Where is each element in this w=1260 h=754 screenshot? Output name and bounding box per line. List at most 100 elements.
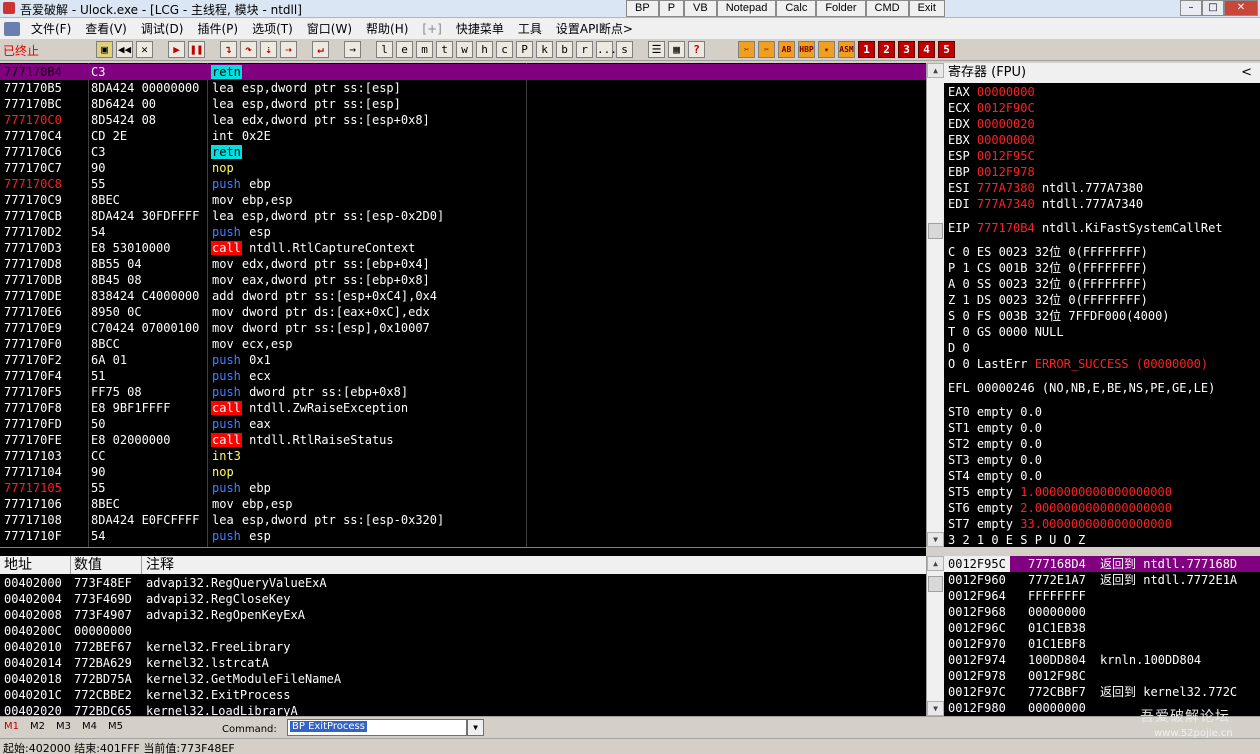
disasm-row[interactable]: 777170FD 50 push eax [0,416,926,432]
disasm-row[interactable]: 777170C6 C3 retn [0,144,926,160]
scroll-up-icon[interactable]: ▲ [927,556,944,571]
disasm-row[interactable]: 777170CB 8DA424 30FDFFFF lea esp,dword ptr… [0,208,926,224]
trace-over-icon[interactable]: ⇢ [280,41,297,58]
register-row[interactable]: EDI 777A7340 ntdll.777A7340 [948,196,1143,212]
register-row[interactable]: EBX 00000000 [948,132,1035,148]
disasm-row[interactable]: 77717104 90 nop [0,464,926,480]
toolbar-windows-button[interactable]: w [456,41,473,58]
scroll-up-icon[interactable]: ▲ [927,63,944,78]
dump-scrollbar[interactable]: ▲ ▼ [926,556,944,716]
toolbar-handles-button[interactable]: h [476,41,493,58]
register-row[interactable]: ST3 empty 0.0 [948,452,1042,468]
disasm-row[interactable]: 777170D8 8B55 04 mov edx,dword ptr ss:[ebp… [0,256,926,272]
toolbar-cpu-button[interactable]: c [496,41,513,58]
register-row[interactable]: EFL 00000246 (NO,NB,E,BE,NS,PE,GE,LE) [948,380,1215,396]
quick-folder-button[interactable]: Folder [816,0,866,17]
menu-file[interactable]: 文件(F) [24,20,78,37]
scroll-thumb[interactable] [928,576,943,592]
disasm-row[interactable]: 777170F0 8BCC mov ecx,esp [0,336,926,352]
scroll-thumb[interactable] [928,223,943,239]
quick-vb-button[interactable]: VB [684,0,717,17]
stack-row[interactable]: 0012F96C 01C1EB38 [944,620,1260,636]
register-row[interactable]: 3 2 1 0 E S P U O Z [948,532,1085,547]
toolbar-number-4[interactable]: 4 [918,41,935,58]
plugin-tool-icon[interactable]: ✂ [738,41,755,58]
chevron-down-icon[interactable]: ▼ [467,719,484,736]
pause-icon[interactable]: ❚❚ [188,41,205,58]
chevron-left-icon[interactable]: < [1241,63,1252,83]
plugin-gear-icon[interactable]: ✷ [818,41,835,58]
toolbar-number-2[interactable]: 2 [878,41,895,58]
scroll-down-icon[interactable]: ▼ [927,701,944,716]
run-icon[interactable]: ▶ [168,41,185,58]
plugin-bookmark-icon[interactable]: ✂ [758,41,775,58]
menu-options[interactable]: 选项(T) [245,20,300,37]
disasm-row[interactable]: 777170F8 E8 9BF1FFFF call ntdll.ZwRaiseExc… [0,400,926,416]
toolbar-log-button[interactable]: l [376,41,393,58]
disasm-row[interactable]: 777170B5 8DA424 00000000 lea esp,dword ptr… [0,80,926,96]
quick-exit-button[interactable]: Exit [908,0,945,17]
dump-pane[interactable]: 地址 数值 注释 00402000 773F48EF advapi32.RegQue… [0,556,926,716]
register-row[interactable]: EDX 00000020 [948,116,1035,132]
step-over-icon[interactable]: ↷ [240,41,257,58]
maximize-button[interactable]: □ [1202,0,1224,16]
disasm-row[interactable]: 777170D3 E8 53010000 call ntdll.RtlCapture… [0,240,926,256]
stack-row[interactable]: 0012F97C 772CBBF7 返回到 kernel32.772C [944,684,1260,700]
stack-row[interactable]: 0012F974 100DD804 krnln.100DD804 [944,652,1260,668]
quick-p-button[interactable]: P [658,0,685,17]
disasm-row[interactable]: 777170F2 6A 01 push 0x1 [0,352,926,368]
toolbar-patches-button[interactable]: P [516,41,533,58]
dump-tab-m3[interactable]: M3 [56,721,71,732]
stack-pane[interactable]: 0012F95C 777168D4 返回到 ntdll.777168D 0012F96… [944,556,1260,716]
goto-icon[interactable]: → [344,41,361,58]
dump-row[interactable]: 00402014 772BA629 kernel32.lstrcatA [0,655,926,671]
dump-tab-m2[interactable]: M2 [30,721,45,732]
options-icon[interactable]: ☰ [648,41,665,58]
registers-header[interactable]: 寄存器 (FPU) < [944,63,1260,83]
restart-icon[interactable]: ◀◀ [116,41,133,58]
disassembly-scrollbar[interactable]: ▲ ▼ [926,63,944,547]
disasm-row[interactable]: 777170D2 54 push esp [0,224,926,240]
dump-row[interactable]: 00402018 772BD75A kernel32.GetModuleFileNa… [0,671,926,687]
quick-bp-button[interactable]: BP [626,0,659,17]
close-button[interactable]: ✕ [1224,0,1258,16]
dump-row[interactable]: 00402020 772BDC65 kernel32.LoadLibraryA [0,703,926,716]
quick-cmd-button[interactable]: CMD [865,0,909,17]
trace-into-icon[interactable]: ⇣ [260,41,277,58]
disasm-row[interactable]: 777170E9 C70424 07000100 mov dword ptr ss:… [0,320,926,336]
step-into-icon[interactable]: ↴ [220,41,237,58]
minimize-button[interactable]: – [1180,0,1202,16]
register-row[interactable]: EIP 777170B4 ntdll.KiFastSystemCallRet [948,220,1223,236]
open-icon[interactable]: ▣ [96,41,113,58]
help-button[interactable]: ? [688,41,705,58]
register-row[interactable]: ECX 0012F90C [948,100,1035,116]
command-input[interactable]: BP ExitProcess [287,719,467,736]
register-row[interactable]: ST6 empty 2.0000000000000000000 [948,500,1172,516]
disassembly-pane[interactable]: 777170B4 C3 retn 777170B5 8DA424 00000000 le… [0,63,926,547]
stack-row[interactable]: 0012F970 01C1EBF8 [944,636,1260,652]
disasm-row[interactable]: 777170FE E8 02000000 call ntdll.RtlRaiseSt… [0,432,926,448]
dump-header-address[interactable]: 地址 [4,556,32,574]
dump-row[interactable]: 00402008 773F4907 advapi32.RegOpenKeyExA [0,607,926,623]
disasm-row[interactable]: 77717105 55 push ebp [0,480,926,496]
register-row[interactable]: EAX 00000000 [948,84,1035,100]
hardware-breakpoint-button[interactable]: HBP [798,41,815,58]
register-row[interactable]: ST0 empty 0.0 [948,404,1042,420]
menu-expand[interactable]: [+] [415,22,448,36]
toolbar-source-button[interactable]: s [616,41,633,58]
disasm-row[interactable]: 777170C8 55 push ebp [0,176,926,192]
register-row[interactable]: ST7 empty 33.000000000000000000 [948,516,1172,532]
quick-calc-button[interactable]: Calc [776,0,817,17]
stack-row[interactable]: 0012F95C 777168D4 返回到 ntdll.777168D [944,556,1260,572]
disasm-row[interactable]: 777170B4 C3 retn [0,64,926,80]
register-row[interactable]: A 0 SS 0023 32位 0(FFFFFFFF) [948,276,1148,292]
disasm-row[interactable]: 777170C9 8BEC mov ebp,esp [0,192,926,208]
register-row[interactable]: ESI 777A7380 ntdll.777A7380 [948,180,1143,196]
registers-pane[interactable]: 寄存器 (FPU) < EAX 00000000 ECX 0012F90C EDX … [944,63,1260,547]
toolbar-number-1[interactable]: 1 [858,41,875,58]
dump-tab-m4[interactable]: M4 [82,721,97,732]
disasm-row[interactable]: 777170E6 8950 0C mov dword ptr ds:[eax+0xC… [0,304,926,320]
menu-help[interactable]: 帮助(H) [359,20,415,37]
dump-tab-m5[interactable]: M5 [108,721,123,732]
disasm-row[interactable]: 777170C0 8D5424 08 lea edx,dword ptr ss:[e… [0,112,926,128]
